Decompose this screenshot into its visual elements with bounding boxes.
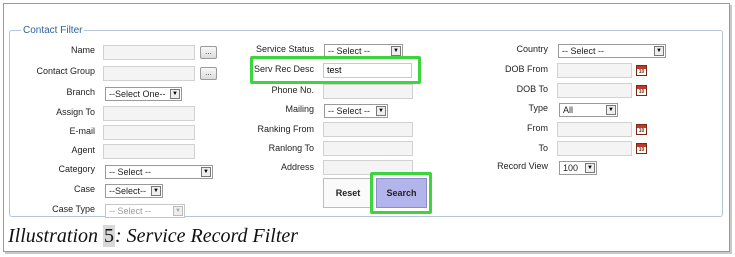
dob-from-label: DOB From (504, 64, 548, 74)
assign-to-input[interactable] (103, 106, 195, 121)
email-label: E-mail (69, 126, 95, 136)
chevron-down-icon: ▼ (654, 46, 664, 56)
serv-rec-desc-label: Serv Rec Desc (253, 64, 314, 74)
type-select[interactable]: All ▼ (559, 103, 618, 117)
mailing-label: Mailing (285, 104, 314, 114)
phone-input[interactable] (323, 84, 413, 99)
caption-number: 5 (103, 225, 116, 247)
category-label: Category (58, 164, 95, 174)
ranking-from-input[interactable] (323, 122, 413, 137)
phone-label: Phone No. (271, 85, 314, 95)
search-button[interactable]: Search (376, 178, 427, 208)
mailing-select-value: -- Select -- (328, 106, 371, 116)
chevron-down-icon: ▼ (170, 89, 180, 99)
from-label: From (527, 123, 548, 133)
assign-to-label: Assign To (56, 107, 95, 117)
chevron-down-icon: ▼ (606, 105, 616, 115)
case-type-select-value: -- Select -- (109, 206, 152, 216)
dob-to-label: DOB To (516, 84, 548, 94)
figure-caption: Illustration 5: Service Record Filter (8, 224, 298, 248)
record-view-select-value: 100 (563, 163, 579, 173)
ranking-from-label: Ranking From (257, 124, 314, 134)
caption-prefix: Illustration (8, 225, 104, 247)
case-label: Case (73, 184, 95, 194)
to-label: To (538, 143, 548, 153)
country-label: Country (516, 44, 548, 54)
type-select-value: All (563, 105, 574, 115)
dob-to-input[interactable] (557, 83, 632, 98)
chevron-down-icon: ▼ (376, 106, 386, 116)
contact-group-input[interactable] (103, 66, 195, 81)
chevron-down-icon: ▼ (173, 206, 183, 216)
chevron-down-icon: ▼ (391, 46, 401, 56)
reset-button[interactable]: Reset (323, 178, 373, 208)
calendar-icon[interactable]: 10 (636, 124, 647, 135)
chevron-down-icon: ▼ (151, 186, 161, 196)
category-select[interactable]: -- Select -- ▼ (105, 165, 213, 179)
contact-group-lookup-button[interactable]: ... (200, 67, 217, 80)
caption-suffix: : Service Record Filter (115, 225, 299, 247)
agent-label: Agent (71, 145, 95, 155)
branch-label: Branch (66, 87, 95, 97)
chevron-down-icon: ▼ (585, 163, 595, 173)
name-label: Name (70, 45, 95, 55)
service-status-label: Service Status (255, 44, 314, 54)
country-select-value: -- Select -- (562, 46, 605, 56)
record-view-select[interactable]: 100 ▼ (559, 161, 597, 175)
calendar-icon[interactable]: 10 (636, 85, 647, 96)
country-select[interactable]: -- Select -- ▼ (558, 44, 666, 58)
name-input[interactable] (103, 45, 195, 60)
branch-select-value: --Select One-- (109, 89, 166, 99)
ranking-to-label: Ranlong To (268, 143, 314, 153)
serv-rec-desc-input[interactable]: test (323, 63, 412, 78)
ranking-to-input[interactable] (323, 141, 413, 156)
case-select-value: --Select-- (109, 186, 147, 196)
case-select[interactable]: --Select-- ▼ (105, 184, 163, 198)
service-status-select-value: -- Select -- (328, 46, 371, 56)
name-lookup-button[interactable]: ... (200, 46, 217, 59)
case-type-select[interactable]: -- Select -- ▼ (105, 204, 185, 218)
branch-select[interactable]: --Select One-- ▼ (105, 87, 182, 101)
email-input[interactable] (103, 125, 195, 140)
type-label: Type (528, 103, 548, 113)
calendar-icon[interactable]: 10 (636, 65, 647, 76)
address-label: Address (280, 162, 314, 172)
case-type-label: Case Type (52, 204, 95, 214)
mailing-select[interactable]: -- Select -- ▼ (324, 104, 388, 118)
from-input[interactable] (557, 122, 632, 137)
category-select-value: -- Select -- (109, 167, 152, 177)
contact-group-label: Contact Group (36, 66, 95, 76)
to-input[interactable] (557, 141, 632, 156)
fieldset-legend: Contact Filter (21, 25, 85, 36)
agent-input[interactable] (103, 144, 195, 159)
calendar-icon[interactable]: 10 (636, 143, 647, 154)
record-view-label: Record View (497, 161, 548, 171)
chevron-down-icon: ▼ (201, 167, 211, 177)
dob-from-input[interactable] (557, 63, 632, 78)
